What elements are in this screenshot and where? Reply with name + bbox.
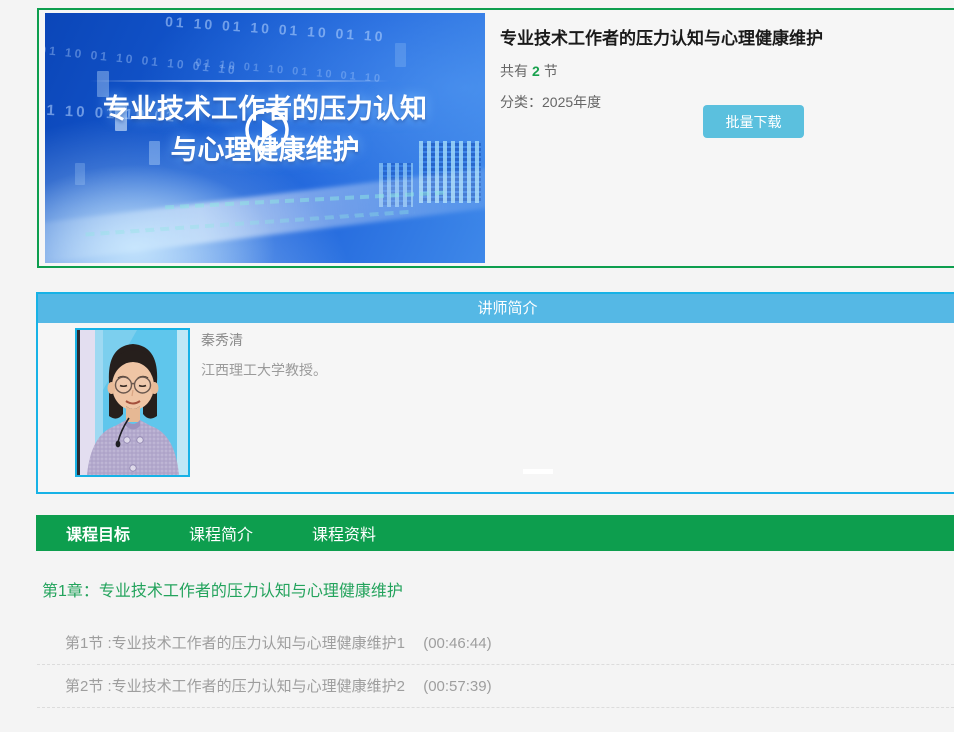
tab-course-introduction[interactable]: 课程简介: [189, 521, 253, 545]
course-title: 专业技术工作者的压力认知与心理健康维护: [500, 28, 954, 50]
lesson-duration: (00:57:39): [423, 678, 491, 695]
banner-binary-texture: 01 10 01 10 01 10 01 10: [165, 13, 386, 44]
instructor-body: 秦秀清 江西理工大学教授。: [38, 323, 954, 492]
course-video-thumbnail[interactable]: 01 10 01 10 01 10 01 10 01 10 01 10 01 1…: [45, 13, 485, 263]
batch-download-button[interactable]: 批量下载: [703, 105, 804, 138]
chapter-section: 第1章：专业技术工作者的压力认知与心理健康维护 第1节 :专业技术工作者的压力认…: [37, 578, 954, 708]
course-header-box: 01 10 01 10 01 10 01 10 01 10 01 10 01 1…: [37, 8, 954, 268]
play-button-icon[interactable]: [244, 107, 290, 153]
tab-course-objectives[interactable]: 课程目标: [66, 521, 130, 545]
banner-divider-line: [90, 80, 390, 82]
instructor-section-header: 讲师简介: [38, 294, 954, 323]
tab-course-materials[interactable]: 课程资料: [312, 521, 376, 545]
chapter-title: 第1章：专业技术工作者的压力认知与心理健康维护: [42, 582, 954, 602]
instructor-description: 江西理工大学教授。: [201, 360, 327, 380]
instructor-name: 秦秀清: [201, 330, 327, 350]
lesson-duration: (00:46:44): [423, 635, 491, 652]
lesson-row-1[interactable]: 第1节 :专业技术工作者的压力认知与心理健康维护1 (00:46:44): [37, 622, 954, 665]
course-section-count: 共有2节: [500, 61, 954, 81]
instructor-text: 秦秀清 江西理工大学教授。: [201, 330, 327, 380]
lesson-row-2[interactable]: 第2节 :专业技术工作者的压力认知与心理健康维护2 (00:57:39): [37, 665, 954, 708]
banner-decor-bar: [395, 43, 406, 67]
instructor-section: 讲师简介: [36, 292, 954, 494]
lesson-title: 第1节 :专业技术工作者的压力认知与心理健康维护1: [65, 635, 405, 652]
lesson-list: 第1节 :专业技术工作者的压力认知与心理健康维护1 (00:46:44) 第2节…: [37, 622, 954, 708]
course-info-panel: 专业技术工作者的压力认知与心理健康维护 共有2节 分类：2025年度: [500, 28, 954, 112]
lesson-title: 第2节 :专业技术工作者的压力认知与心理健康维护2: [65, 678, 405, 695]
divider-dash: [523, 469, 553, 474]
instructor-photo: [75, 328, 190, 477]
course-tab-bar: 课程目标 课程简介 课程资料: [36, 515, 954, 551]
